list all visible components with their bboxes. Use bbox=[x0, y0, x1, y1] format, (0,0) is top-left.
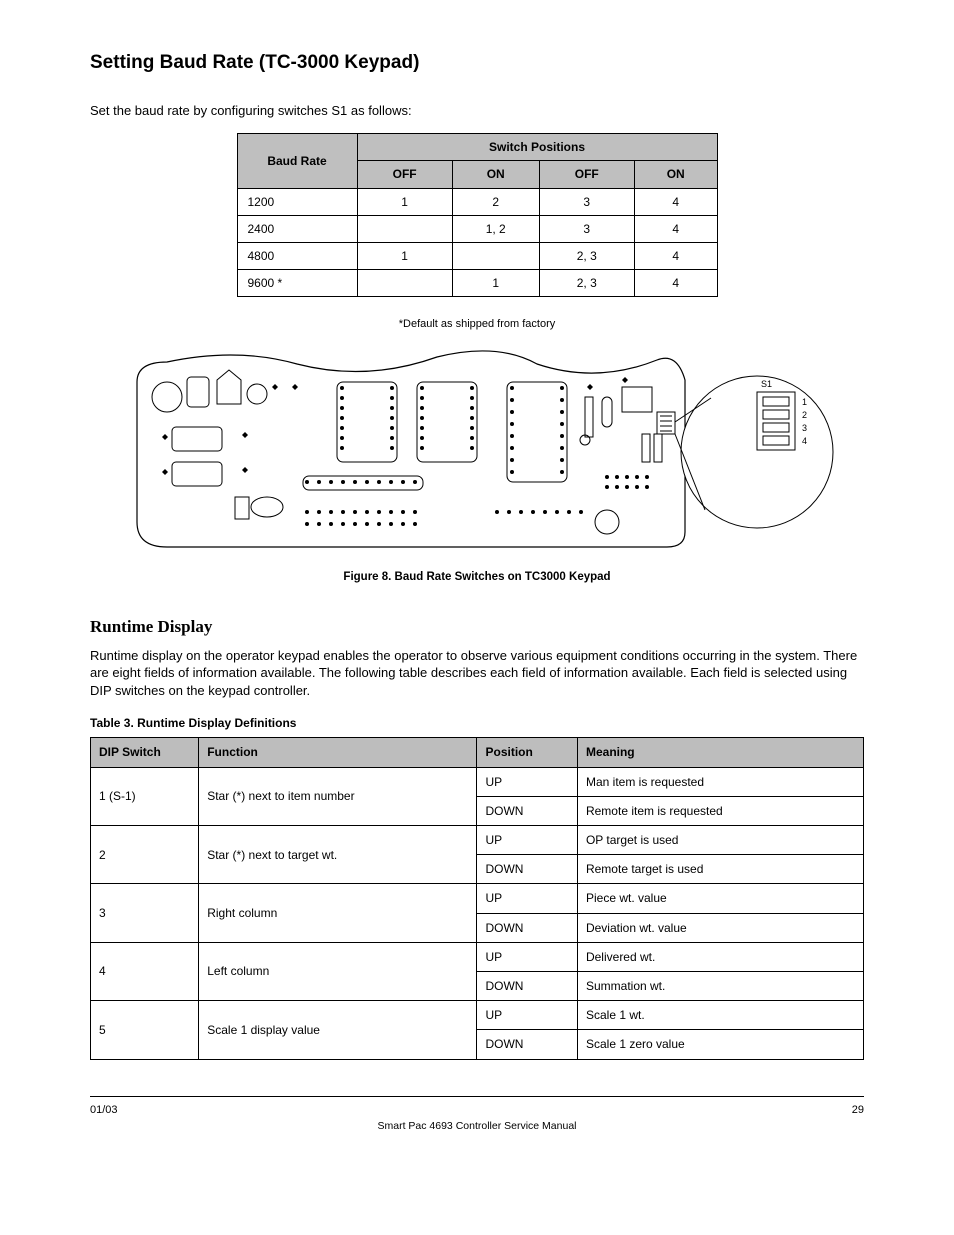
baud-col-3: ON bbox=[634, 161, 717, 188]
figure-caption: Figure 8. Baud Rate Switches on TC3000 K… bbox=[90, 570, 864, 586]
dip-table-caption: Table 3. Runtime Display Definitions bbox=[90, 715, 864, 731]
runtime-para: Runtime display on the operator keypad e… bbox=[90, 647, 864, 700]
baud-colgroup: Switch Positions bbox=[357, 134, 717, 161]
baud-col-0: OFF bbox=[357, 161, 452, 188]
pcb-svg-icon: S1 1 2 3 4 bbox=[117, 342, 837, 562]
pcb-illustration: S1 1 2 3 4 bbox=[117, 342, 837, 562]
baud-rate-table: Baud Rate Switch Positions OFF ON OFF ON… bbox=[237, 133, 718, 297]
footer-doc: Smart Pac 4693 Controller Service Manual bbox=[90, 1119, 864, 1133]
table-row: 3 Right column UP Piece wt. value bbox=[91, 884, 864, 913]
dip-num-2: 2 bbox=[802, 410, 807, 420]
footer-right: 29 bbox=[852, 1103, 864, 1118]
table-row: 5 Scale 1 display value UP Scale 1 wt. bbox=[91, 1001, 864, 1030]
section-title: Runtime Display bbox=[90, 616, 864, 639]
baud-col-1: ON bbox=[452, 161, 539, 188]
page-title: Setting Baud Rate (TC-3000 Keypad) bbox=[90, 50, 864, 76]
page-footer: 01/03 29 bbox=[90, 1103, 864, 1118]
dip-h1: Function bbox=[199, 738, 477, 767]
dip-num-4: 4 bbox=[802, 436, 807, 446]
dip-h3: Meaning bbox=[577, 738, 863, 767]
footer-rule bbox=[90, 1096, 864, 1097]
table-row: 1200 1 2 3 4 bbox=[237, 188, 717, 215]
dip-h0: DIP Switch bbox=[91, 738, 199, 767]
dip-num-3: 3 bbox=[802, 423, 807, 433]
baud-footnote: *Default as shipped from factory bbox=[90, 317, 864, 332]
table-row: 4 Left column UP Delivered wt. bbox=[91, 942, 864, 971]
dip-h2: Position bbox=[477, 738, 577, 767]
table-row: 9600 * 1 2, 3 4 bbox=[237, 270, 717, 297]
baud-col-2: OFF bbox=[539, 161, 634, 188]
dip-definitions-table: DIP Switch Function Position Meaning 1 (… bbox=[90, 737, 864, 1059]
dip-num-1: 1 bbox=[802, 397, 807, 407]
table-row: 4800 1 2, 3 4 bbox=[237, 242, 717, 269]
table-row: 1 (S-1) Star (*) next to item number UP … bbox=[91, 767, 864, 796]
intro-text: Set the baud rate by configuring switche… bbox=[90, 102, 864, 120]
dip-label-s1: S1 bbox=[761, 379, 772, 389]
baud-table-wrap: Baud Rate Switch Positions OFF ON OFF ON… bbox=[90, 133, 864, 297]
table-row: 2 Star (*) next to target wt. UP OP targ… bbox=[91, 826, 864, 855]
baud-rowhead: Baud Rate bbox=[237, 134, 357, 188]
table-row: 2400 1, 2 3 4 bbox=[237, 215, 717, 242]
footer-left: 01/03 bbox=[90, 1103, 118, 1118]
